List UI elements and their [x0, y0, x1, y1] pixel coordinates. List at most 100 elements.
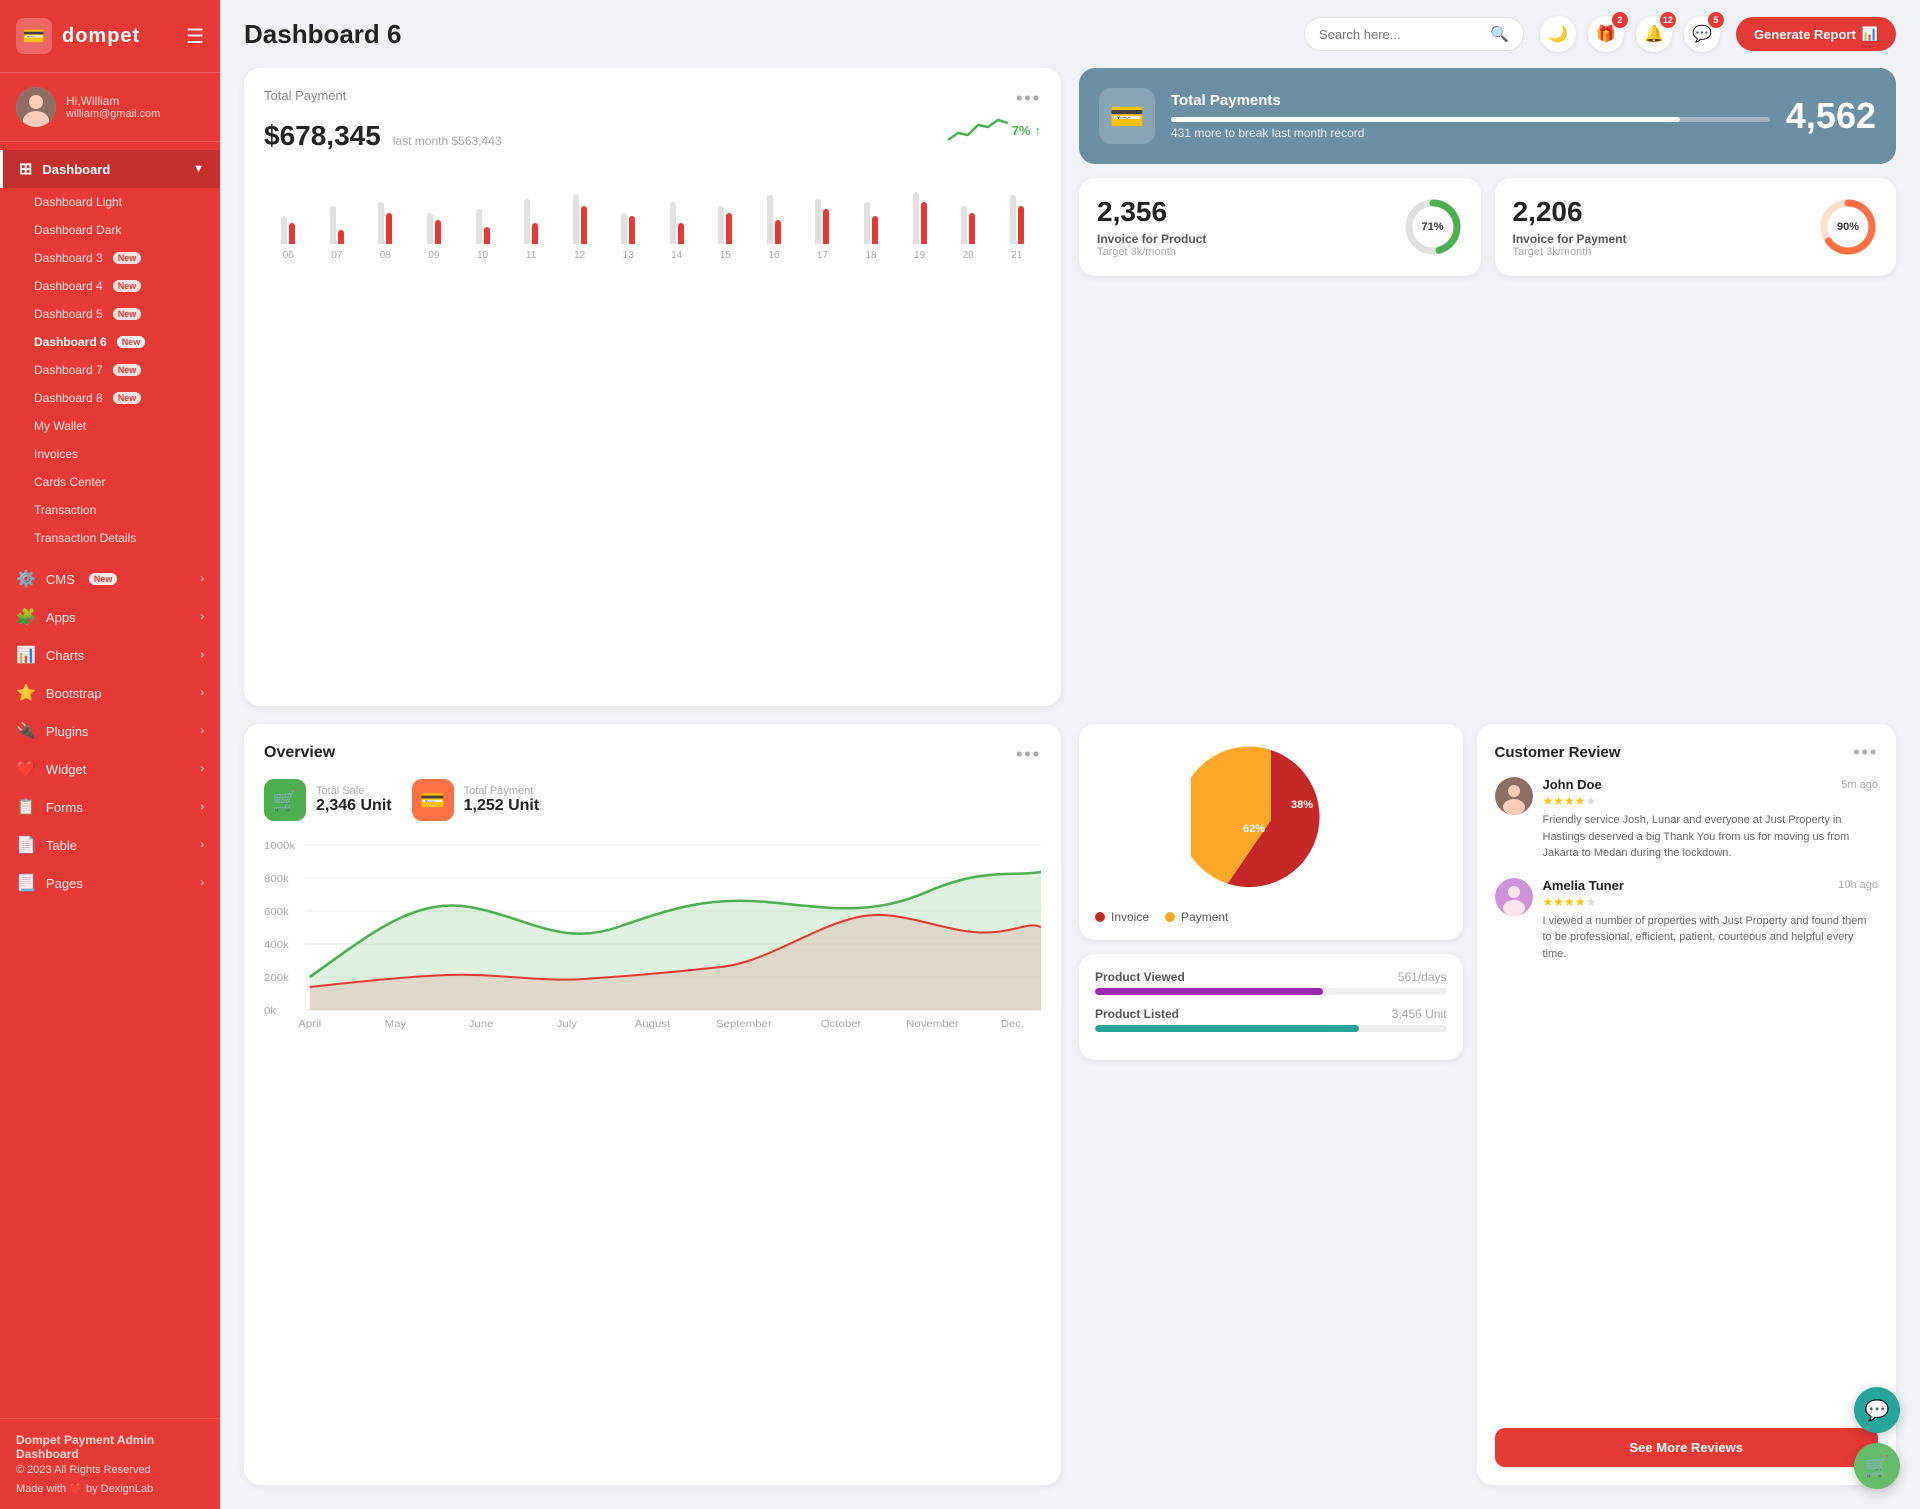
sidebar-item-dashboard-light[interactable]: Dashboard Light — [0, 188, 220, 216]
sidebar-item-pages[interactable]: 📃 Pages › — [0, 864, 220, 902]
user-email: william@gmail.com — [66, 108, 160, 120]
invoice-product-info: 2,356 Invoice for Product Target 3k/mont… — [1097, 196, 1389, 258]
bar-red — [921, 202, 927, 244]
product-viewed-bar — [1095, 988, 1447, 995]
sidebar-item-dashboard-7[interactable]: Dashboard 7 New — [0, 356, 220, 384]
bar-group — [897, 164, 942, 244]
bar-red — [386, 213, 392, 245]
bar-gray — [330, 206, 336, 245]
stat-sale-info: Total Sale 2,346 Unit — [316, 785, 392, 815]
new-badge: New — [113, 364, 142, 376]
bar-gray — [961, 206, 967, 245]
bootstrap-icon: ⭐ — [16, 683, 36, 703]
more-options-button[interactable]: ••• — [1016, 88, 1041, 109]
stat-sale-label: Total Sale — [316, 785, 392, 797]
trend-line-chart — [948, 115, 1008, 145]
chat-button[interactable]: 💬 5 — [1684, 16, 1720, 52]
chat-float-button[interactable]: 💬 — [1854, 1387, 1900, 1433]
chart-x-label: 08 — [363, 250, 408, 261]
moon-button[interactable]: 🌙 — [1540, 16, 1576, 52]
bar-group — [315, 164, 360, 244]
product-viewed-row: Product Viewed 561/days — [1095, 970, 1447, 995]
review-more-button[interactable]: ••• — [1853, 742, 1878, 763]
overview-more-button[interactable]: ••• — [1016, 744, 1041, 765]
page-title: Dashboard 6 — [244, 19, 1288, 50]
payment-icon: 💳 — [412, 779, 454, 821]
total-payment-amount: $678,345 — [264, 120, 381, 152]
bar-gray — [281, 216, 287, 244]
chat-badge: 5 — [1708, 12, 1724, 28]
overview-card: Overview ••• 🛒 Total Sale 2,346 Unit 💳 T… — [244, 724, 1061, 1485]
sidebar-item-table[interactable]: 📄 Table › — [0, 826, 220, 864]
sidebar-item-widget[interactable]: ❤️ Widget › — [0, 750, 220, 788]
bell-button[interactable]: 🔔 12 — [1636, 16, 1672, 52]
invoice-cards-row: 2,356 Invoice for Product Target 3k/mont… — [1079, 178, 1896, 276]
chevron-right-icon: › — [200, 801, 204, 813]
stat-payment-value: 1,252 Unit — [464, 797, 540, 815]
cms-label: CMS — [46, 572, 75, 587]
bar-gray — [378, 202, 384, 244]
donut-payment-label: 90% — [1837, 221, 1859, 233]
new-badge: New — [117, 336, 146, 348]
sidebar-footer: Dompet Payment Admin Dashboard © 2023 Al… — [0, 1418, 220, 1509]
footer-copy: © 2023 All Rights Reserved — [16, 1464, 204, 1476]
sidebar-item-transaction[interactable]: Transaction — [0, 496, 220, 524]
pages-icon: 📃 — [16, 873, 36, 893]
bar-red — [872, 216, 878, 244]
sidebar-item-dashboard-3[interactable]: Dashboard 3 New — [0, 244, 220, 272]
search-icon: 🔍 — [1490, 25, 1509, 43]
invoice-payment-donut: 90% — [1818, 197, 1878, 257]
sidebar-item-invoices[interactable]: Invoices — [0, 440, 220, 468]
sidebar-item-dashboard-dark[interactable]: Dashboard Dark — [0, 216, 220, 244]
bar-gray — [621, 213, 627, 245]
sidebar-item-dashboard-8[interactable]: Dashboard 8 New — [0, 384, 220, 412]
amelia-review-body: Amelia Tuner 10h ago ★★★★★ I viewed a nu… — [1543, 878, 1879, 963]
chart-x-label: 09 — [412, 250, 457, 261]
cart-float-button[interactable]: 🛒 — [1854, 1443, 1900, 1489]
forms-label: Forms — [46, 800, 83, 815]
sidebar-item-dashboard[interactable]: ⊞ Dashboard ▼ — [0, 150, 220, 188]
svg-text:Dec.: Dec. — [1001, 1019, 1024, 1030]
table-label: Table — [46, 838, 77, 853]
sidebar-item-cards-center[interactable]: Cards Center — [0, 468, 220, 496]
total-payments-widget: 💳 Total Payments 431 more to break last … — [1079, 68, 1896, 164]
chart-x-label: 19 — [897, 250, 942, 261]
sidebar-item-dashboard-5[interactable]: Dashboard 5 New — [0, 300, 220, 328]
right-bottom-section: 62% 38% Invoice Payment — [1079, 724, 1896, 1485]
bar-group — [363, 164, 408, 244]
bar-gray — [476, 209, 482, 244]
sidebar-item-plugins[interactable]: 🔌 Plugins › — [0, 712, 220, 750]
gift-button[interactable]: 🎁 2 — [1588, 16, 1624, 52]
sidebar-item-dashboard-4[interactable]: Dashboard 4 New — [0, 272, 220, 300]
sidebar-item-dashboard-6[interactable]: Dashboard 6 New — [0, 328, 220, 356]
avatar — [16, 87, 56, 127]
sidebar-item-transaction-details[interactable]: Transaction Details — [0, 524, 220, 552]
plugins-label: Plugins — [46, 724, 89, 739]
table-icon: 📄 — [16, 835, 36, 855]
bar-red — [775, 220, 781, 245]
invoice-payment-count: 2,206 — [1513, 196, 1805, 228]
sidebar-item-bootstrap[interactable]: ⭐ Bootstrap › — [0, 674, 220, 712]
generate-report-button[interactable]: Generate Report 📊 — [1736, 17, 1896, 51]
sidebar-item-charts[interactable]: 📊 Charts › — [0, 636, 220, 674]
sidebar-item-cms[interactable]: ⚙️ CMS New › — [0, 560, 220, 598]
user-greeting: Hi,William — [66, 94, 160, 108]
invoice-payment-target: Target 3k/month — [1513, 246, 1805, 258]
svg-text:0k: 0k — [264, 1006, 277, 1017]
sidebar-item-forms[interactable]: 📋 Forms › — [0, 788, 220, 826]
product-listed-value: 3,456 Unit — [1392, 1007, 1447, 1021]
hamburger-icon[interactable]: ☰ — [186, 24, 204, 49]
chart-x-label: 21 — [994, 250, 1039, 261]
bar-group — [946, 164, 991, 244]
see-more-reviews-button[interactable]: See More Reviews — [1495, 1428, 1879, 1467]
chart-x-label: 13 — [606, 250, 651, 261]
trend-badge: 7% ↑ — [948, 115, 1041, 145]
search-input[interactable] — [1319, 27, 1482, 42]
sidebar-item-my-wallet[interactable]: My Wallet — [0, 412, 220, 440]
stat-sale-value: 2,346 Unit — [316, 797, 392, 815]
total-payment-card: Total Payment ••• $678,345 last month $5… — [244, 68, 1061, 706]
content-area: Total Payment ••• $678,345 last month $5… — [220, 68, 1920, 1509]
sidebar-item-apps[interactable]: 🧩 Apps › — [0, 598, 220, 636]
pie-chart-card: 62% 38% Invoice Payment — [1079, 724, 1463, 940]
svg-text:November: November — [906, 1019, 959, 1030]
